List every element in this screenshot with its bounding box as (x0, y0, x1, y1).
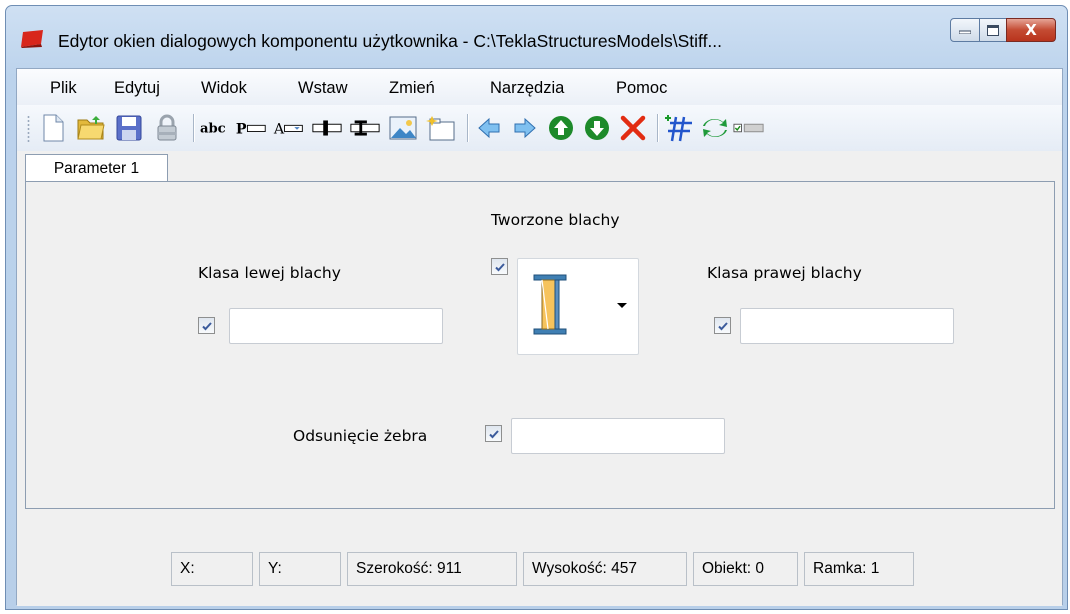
title-bar[interactable]: Edytor okien dialogowych komponentu użyt… (6, 6, 1067, 62)
checkbox-toggle-icon[interactable] (733, 112, 765, 144)
menu-zmien[interactable]: Zmień (389, 79, 435, 98)
right-class-checkbox[interactable] (714, 317, 731, 334)
close-button[interactable]: X (1006, 18, 1056, 42)
offset-label: Odsunięcie żebra (293, 427, 428, 445)
tab-page-icon[interactable] (425, 112, 457, 144)
left-class-checkbox[interactable] (198, 317, 215, 334)
close-icon: X (1025, 21, 1037, 39)
check-icon (201, 321, 212, 330)
new-file-icon[interactable] (37, 112, 69, 144)
menu-narzedzia[interactable]: Narzędzia (490, 79, 564, 98)
tab-strip: Parameter 1 (17, 151, 1062, 182)
menu-pomoc[interactable]: Pomoc (616, 79, 667, 98)
menu-wstaw[interactable]: Wstaw (298, 79, 348, 98)
app-icon (21, 30, 43, 48)
check-icon (494, 262, 505, 271)
app-window: Edytor okien dialogowych komponentu użyt… (5, 5, 1068, 610)
arrow-down-icon[interactable] (581, 112, 613, 144)
dropdown-field-icon[interactable]: A (273, 112, 305, 144)
svg-text:abc: abc (200, 122, 226, 137)
check-icon (488, 429, 499, 438)
status-height: Wysokość: 457 (523, 552, 687, 586)
svg-text:A: A (273, 121, 285, 137)
minimize-icon (959, 30, 971, 34)
menu-widok[interactable]: Widok (201, 79, 247, 98)
menu-plik[interactable]: Plik (50, 79, 77, 98)
status-x: X: (171, 552, 253, 586)
plates-label: Tworzone blachy (491, 211, 620, 229)
save-icon[interactable] (113, 112, 145, 144)
i-profile-icon[interactable] (349, 112, 381, 144)
arrow-right-icon[interactable] (509, 112, 541, 144)
lock-icon[interactable] (151, 112, 183, 144)
minimize-button[interactable] (950, 18, 980, 42)
left-class-label: Klasa lewej blachy (198, 264, 341, 282)
delete-icon[interactable] (617, 112, 649, 144)
status-object: Obiekt: 0 (693, 552, 798, 586)
toolbar-separator (467, 114, 469, 142)
left-class-input[interactable] (229, 308, 443, 344)
plates-image-selector[interactable] (517, 258, 639, 355)
tab-parameter-1[interactable]: Parameter 1 (25, 154, 168, 182)
parameter-icon[interactable]: P (235, 112, 267, 144)
right-class-label: Klasa prawej blachy (707, 264, 862, 282)
picture-icon[interactable] (387, 112, 419, 144)
client-area: Plik Edytuj Widok Wstaw Zmień Narzędzia … (16, 68, 1063, 606)
label-icon[interactable]: abc (199, 112, 231, 144)
maximize-icon (987, 24, 999, 36)
attribute-icon[interactable] (311, 112, 343, 144)
menu-bar: Plik Edytuj Widok Wstaw Zmień Narzędzia … (17, 69, 1062, 105)
status-bar: X: Y: Szerokość: 911 Wysokość: 457 Obiek… (17, 509, 1062, 606)
refresh-icon[interactable] (699, 112, 731, 144)
arrow-up-icon[interactable] (545, 112, 577, 144)
arrow-left-icon[interactable] (473, 112, 505, 144)
offset-input[interactable] (511, 418, 725, 454)
status-width: Szerokość: 911 (347, 552, 517, 586)
status-frame: Ramka: 1 (804, 552, 914, 586)
window-title: Edytor okien dialogowych komponentu użyt… (58, 31, 723, 51)
maximize-button[interactable] (979, 18, 1007, 42)
svg-text:P: P (236, 121, 247, 137)
menu-edytuj[interactable]: Edytuj (114, 79, 160, 98)
check-icon (717, 321, 728, 330)
grid-icon[interactable] (663, 112, 695, 144)
toolbar-grip[interactable] (27, 115, 30, 143)
offset-checkbox[interactable] (485, 425, 502, 442)
stiffener-plate-icon (533, 274, 627, 335)
toolbar: abc P A (17, 105, 1062, 151)
right-class-input[interactable] (740, 308, 954, 344)
open-folder-icon[interactable] (75, 112, 107, 144)
toolbar-separator (657, 114, 659, 142)
status-y: Y: (259, 552, 341, 586)
plates-checkbox[interactable] (491, 258, 508, 275)
dialog-panel: Tworzone blachy Klasa lewej blachy Klasa… (25, 181, 1055, 509)
toolbar-separator (193, 114, 195, 142)
